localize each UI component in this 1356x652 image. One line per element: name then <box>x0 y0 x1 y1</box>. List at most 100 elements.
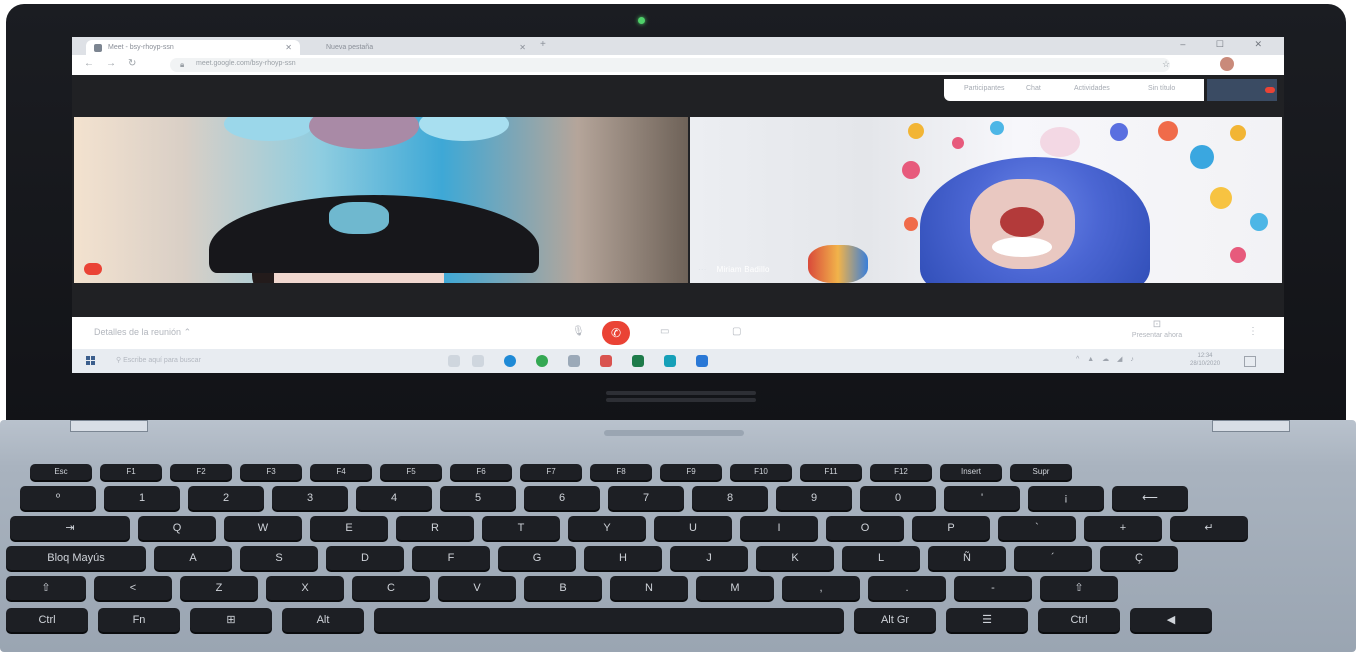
key-1[interactable]: 1 <box>104 486 180 510</box>
excel-icon[interactable] <box>632 355 644 367</box>
key-8[interactable]: F8 <box>590 464 652 480</box>
key-2[interactable]: S <box>240 546 318 570</box>
key-4[interactable]: R <box>396 516 474 540</box>
key-12[interactable]: Ç <box>1100 546 1178 570</box>
key-10[interactable]: P <box>912 516 990 540</box>
captions-icon[interactable]: ▢ <box>732 326 741 337</box>
key-1[interactable]: Fn <box>98 608 180 632</box>
camera-icon[interactable]: ▭ <box>660 326 669 337</box>
key-12[interactable]: + <box>1084 516 1162 540</box>
key-9[interactable]: F9 <box>660 464 722 480</box>
bookmark-star-icon[interactable]: ☆ <box>1162 59 1170 70</box>
key-10[interactable]: 0 <box>860 486 936 510</box>
chrome-browser-icon[interactable] <box>536 355 548 367</box>
office-icon[interactable] <box>600 355 612 367</box>
key-2[interactable]: W <box>224 516 302 540</box>
key-12[interactable]: F12 <box>870 464 932 480</box>
key-12[interactable]: ¡ <box>1028 486 1104 510</box>
key-3[interactable]: E <box>310 516 388 540</box>
browser-tab-new[interactable]: Nueva pestaña ✕ <box>304 40 534 55</box>
key-7[interactable]: N <box>610 576 688 600</box>
participant-tile-right[interactable]: ··· Miriam Badillo <box>690 117 1282 283</box>
key-8[interactable]: K <box>756 546 834 570</box>
activities-button[interactable]: Actividades <box>1074 85 1110 92</box>
key-8[interactable]: M <box>696 576 774 600</box>
key-6[interactable]: 6 <box>524 486 600 510</box>
participants-button[interactable]: Participantes <box>964 85 1004 92</box>
key-0[interactable]: Ctrl <box>6 608 88 632</box>
key-10[interactable]: . <box>868 576 946 600</box>
key-5[interactable]: Alt Gr <box>854 608 936 632</box>
key-2[interactable]: 2 <box>188 486 264 510</box>
key-9[interactable]: , <box>782 576 860 600</box>
taskbar-clock[interactable]: 12:34 28/10/2020 <box>1190 352 1220 368</box>
key-11[interactable]: ´ <box>1014 546 1092 570</box>
key-3[interactable]: F3 <box>240 464 302 480</box>
key-10[interactable]: F10 <box>730 464 792 480</box>
key-7[interactable]: U <box>654 516 732 540</box>
taskbar-search-input[interactable]: ⚲ Escribe aquí para buscar <box>116 354 416 368</box>
key-9[interactable]: L <box>842 546 920 570</box>
meet-app-icon[interactable] <box>664 355 676 367</box>
key-0[interactable]: Esc <box>30 464 92 480</box>
key-7[interactable]: J <box>670 546 748 570</box>
word-icon[interactable] <box>696 355 708 367</box>
key-3[interactable]: X <box>266 576 344 600</box>
key-4[interactable]: F4 <box>310 464 372 480</box>
key-2[interactable]: Z <box>180 576 258 600</box>
window-controls[interactable]: – ☐ ✕ <box>1180 39 1276 50</box>
self-view-thumbnail[interactable] <box>1207 79 1277 101</box>
key-14[interactable]: Supr <box>1010 464 1072 480</box>
key-0[interactable]: Bloq Mayús <box>6 546 146 570</box>
leave-call-button[interactable]: ✆ <box>602 321 630 345</box>
key-6[interactable]: F6 <box>450 464 512 480</box>
key-0[interactable]: ⇧ <box>6 576 86 600</box>
key-1[interactable]: A <box>154 546 232 570</box>
key-7[interactable]: Ctrl <box>1038 608 1120 632</box>
browser-tab-meet[interactable]: Meet - bsy-rhoyp-ssn ✕ <box>86 40 300 55</box>
windows-start-icon[interactable] <box>86 356 96 366</box>
close-icon[interactable]: ✕ <box>285 40 292 55</box>
key-8[interactable]: I <box>740 516 818 540</box>
address-bar[interactable]: 🔒︎ meet.google.com/bsy-rhoyp-ssn <box>170 58 1170 72</box>
reload-icon[interactable]: ↻ <box>128 58 136 69</box>
system-tray-icons[interactable]: ^ ▲ ☁ ◢ ♪ <box>1076 355 1137 363</box>
participant-tile-left[interactable] <box>74 117 688 283</box>
key-12[interactable]: ⇧ <box>1040 576 1118 600</box>
more-options-icon[interactable]: ⋮ <box>1248 326 1258 337</box>
key-5[interactable]: T <box>482 516 560 540</box>
key-11[interactable]: - <box>954 576 1032 600</box>
key-6[interactable]: H <box>584 546 662 570</box>
key-7[interactable]: F7 <box>520 464 582 480</box>
key-11[interactable]: ` <box>998 516 1076 540</box>
key-3[interactable]: 3 <box>272 486 348 510</box>
task-view-icon[interactable] <box>448 355 460 367</box>
key-2[interactable]: ⊞ <box>190 608 272 632</box>
edge-browser-icon[interactable] <box>504 355 516 367</box>
key-5[interactable]: G <box>498 546 576 570</box>
file-explorer-icon[interactable] <box>472 355 484 367</box>
key-7[interactable]: 7 <box>608 486 684 510</box>
key-4[interactable]: F <box>412 546 490 570</box>
profile-avatar[interactable] <box>1220 57 1234 71</box>
key-5[interactable]: V <box>438 576 516 600</box>
microphone-icon[interactable]: 🎙︎ <box>572 326 585 337</box>
store-icon[interactable] <box>568 355 580 367</box>
key-10[interactable]: Ñ <box>928 546 1006 570</box>
key-8[interactable]: 8 <box>692 486 768 510</box>
forward-arrow-icon[interactable]: → <box>106 58 116 69</box>
new-tab-plus-icon[interactable]: + <box>540 39 546 50</box>
key-13[interactable]: Insert <box>940 464 1002 480</box>
meeting-details-button[interactable]: Detalles de la reunión ⌃ <box>94 327 191 338</box>
back-arrow-icon[interactable]: ← <box>84 58 94 69</box>
key-4[interactable]: C <box>352 576 430 600</box>
key-2[interactable]: F2 <box>170 464 232 480</box>
key-3[interactable]: D <box>326 546 404 570</box>
present-now-button[interactable]: ⊡ Presentar ahora <box>1112 319 1202 339</box>
key-6[interactable]: ☰ <box>946 608 1028 632</box>
notification-center-icon[interactable] <box>1244 356 1256 367</box>
key-1[interactable]: F1 <box>100 464 162 480</box>
key-11[interactable]: F11 <box>800 464 862 480</box>
key-3[interactable]: Alt <box>282 608 364 632</box>
key-1[interactable]: Q <box>138 516 216 540</box>
